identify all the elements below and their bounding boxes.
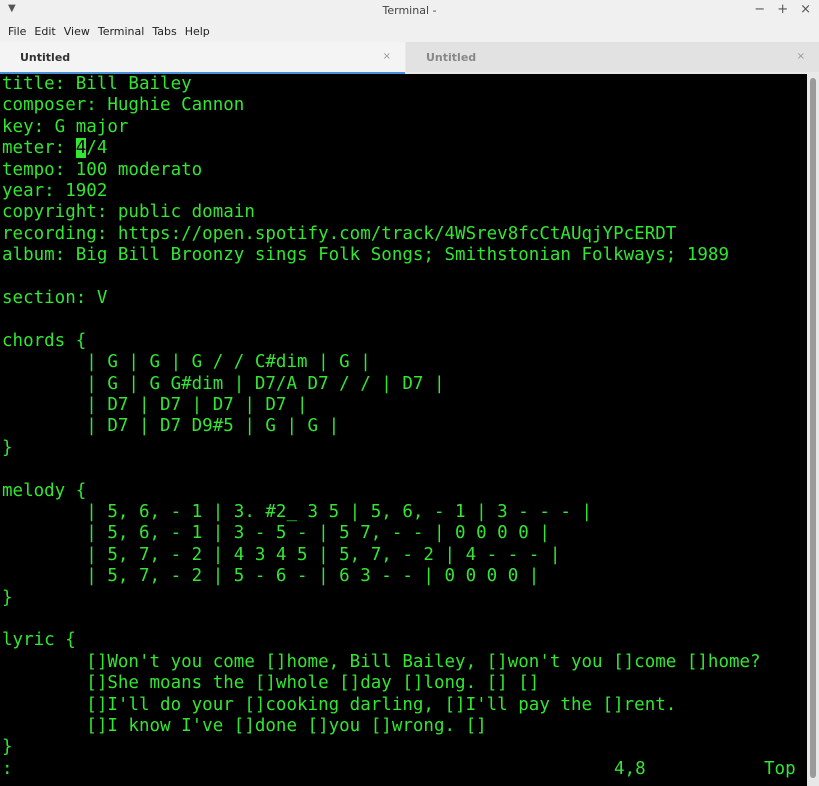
menu-help[interactable]: Help <box>181 22 214 38</box>
menubar: File Edit View Terminal Tabs Help <box>0 22 819 42</box>
maximize-icon[interactable]: + <box>777 2 788 17</box>
terminal-line: | G | G G#dim | D7/A D7 / / | D7 | <box>2 373 445 394</box>
terminal-line: section: V <box>2 288 108 308</box>
terminal-line: year: 1902 <box>2 181 108 201</box>
window-titlebar: ▼ Terminal - − + × <box>0 0 819 22</box>
terminal-line: | 5, 7, - 2 | 4 3 4 5 | 5, 7, - 2 | 4 - … <box>2 544 561 565</box>
line-text: meter: <box>2 138 76 159</box>
terminal-line: | 5, 7, - 2 | 5 - 6 - | 6 3 - - | 0 0 0 … <box>2 566 540 587</box>
terminal-line: recording: https://open.spotify.com/trac… <box>2 223 677 244</box>
close-icon[interactable]: × <box>800 2 811 17</box>
terminal-line: } <box>2 437 13 458</box>
terminal-line: | D7 | D7 D9#5 | G | G | <box>2 416 340 437</box>
minimize-icon[interactable]: − <box>754 2 765 17</box>
tab-close-icon[interactable]: × <box>797 51 805 62</box>
terminal-line: []She moans the []whole []day []long. []… <box>2 673 540 694</box>
terminal-line: | 5, 6, - 1 | 3. #2_ 3 5 | 5, 6, - 1 | 3… <box>2 502 593 522</box>
menu-file[interactable]: File <box>0 22 30 38</box>
terminal-viewport[interactable]: title: Bill Bailey composer: Hughie Canno… <box>0 74 807 786</box>
text-cursor: 4 <box>75 138 87 159</box>
terminal-scrollbar[interactable] <box>807 74 819 786</box>
tab-untitled-2[interactable]: Untitled × <box>406 42 819 72</box>
tab-label: Untitled <box>426 51 477 64</box>
terminal-line: | 5, 6, - 1 | 3 - 5 - | 5 7, - - | 0 0 0… <box>2 523 550 544</box>
terminal-line: key: G major <box>2 116 129 137</box>
window-title: Terminal - <box>382 4 437 17</box>
terminal-line: } <box>2 737 13 758</box>
scrollbar-thumb[interactable] <box>810 78 816 778</box>
tab-close-icon[interactable]: × <box>383 51 391 62</box>
cursor-position: 4,8 <box>614 758 646 779</box>
tab-label: Untitled <box>20 51 71 64</box>
menu-view[interactable]: View <box>60 22 94 38</box>
terminal-line: composer: Hughie Cannon <box>2 95 245 116</box>
menu-edit[interactable]: Edit <box>30 22 59 38</box>
menu-tabs[interactable]: Tabs <box>148 22 180 38</box>
terminal-line: album: Big Bill Broonzy sings Folk Songs… <box>2 245 729 266</box>
terminal-line: lyric { <box>2 630 76 651</box>
scroll-indicator: Top <box>764 758 796 779</box>
tab-untitled-1[interactable]: Untitled × <box>0 42 405 74</box>
command-line[interactable]: : <box>2 759 13 780</box>
window-controls: − + × <box>754 2 811 17</box>
terminal-line: title: Bill Bailey <box>2 74 192 94</box>
terminal-line: meter: 4/4 <box>2 138 107 159</box>
menu-terminal[interactable]: Terminal <box>94 22 149 38</box>
terminal-line: []I'll do your []cooking darling, []I'll… <box>2 694 677 715</box>
terminal-line: } <box>2 587 13 608</box>
terminal-line: chords { <box>2 330 87 351</box>
terminal-line: | G | G | G / / C#dim | G | <box>2 352 371 373</box>
terminal-line: []I know I've []done []you []wrong. [] <box>2 716 487 736</box>
line-text: /4 <box>86 138 108 159</box>
terminal-line: melody { <box>2 480 87 501</box>
terminal-line: tempo: 100 moderato <box>2 159 203 180</box>
terminal-line: copyright: public domain <box>2 202 255 223</box>
terminal-line: []Won't you come []home, Bill Bailey, []… <box>2 651 761 672</box>
terminal-line: | D7 | D7 | D7 | D7 | <box>2 395 308 415</box>
tab-bar: Untitled × Untitled × <box>0 42 819 75</box>
